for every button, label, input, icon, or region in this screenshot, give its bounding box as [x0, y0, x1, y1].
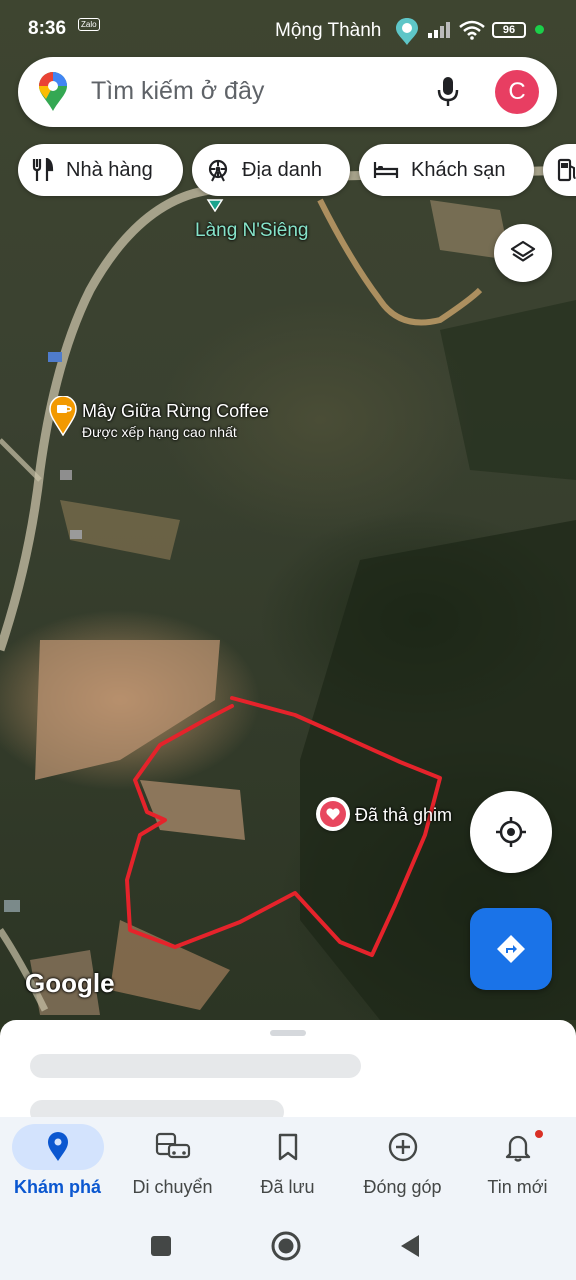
- nav-commute-icon-wrap: [127, 1124, 219, 1170]
- nav-updates-icon-wrap: [472, 1124, 564, 1170]
- chip-label: Khách sạn: [411, 158, 506, 181]
- layers-button[interactable]: [494, 224, 552, 282]
- hotel-icon: [373, 162, 399, 178]
- chip-restaurants[interactable]: Nhà hàng: [18, 144, 183, 196]
- back-button-icon[interactable]: [399, 1234, 421, 1258]
- gas-station-icon: [557, 158, 576, 182]
- cafe-pin-icon[interactable]: [49, 396, 77, 436]
- chip-landmarks[interactable]: Địa danh: [192, 144, 350, 196]
- status-time: 8:36: [28, 18, 67, 39]
- landmark-icon: [208, 159, 228, 182]
- carrier-logo-icon: [396, 18, 418, 45]
- directions-button[interactable]: [470, 908, 552, 990]
- status-bar: 8:36 Zalo Mộng Thành 96: [0, 0, 576, 60]
- nav-explore-icon-wrap: [11, 1124, 104, 1170]
- avatar[interactable]: C: [495, 70, 539, 114]
- building: [48, 352, 62, 362]
- nav-label: Tin mới: [487, 1177, 548, 1197]
- google-maps-logo-icon: [39, 72, 67, 111]
- notification-badge: [534, 1130, 543, 1138]
- bottom-sheet[interactable]: [0, 1020, 576, 1124]
- directions-icon: [497, 935, 525, 963]
- home-button-icon[interactable]: [270, 1230, 302, 1262]
- chip-label: Địa danh: [242, 158, 323, 181]
- recents-button-icon[interactable]: [150, 1235, 172, 1257]
- layers-icon: [510, 240, 536, 262]
- nav-saved-icon-wrap: [242, 1124, 334, 1170]
- nav-commute[interactable]: Di chuyển: [115, 1117, 230, 1215]
- chip-hotels[interactable]: Khách sạn: [359, 144, 534, 196]
- village-marker-icon[interactable]: [206, 194, 224, 212]
- cafe-subtitle: Được xếp hạng cao nhất: [82, 424, 237, 440]
- village-label[interactable]: Làng N'Siêng: [195, 220, 309, 242]
- my-location-button[interactable]: [470, 791, 552, 873]
- microphone-icon[interactable]: [436, 75, 460, 109]
- my-location-icon: [496, 817, 526, 847]
- commute-icon: [155, 1132, 190, 1159]
- google-logo: Google: [25, 968, 115, 998]
- bookmark-icon: [278, 1133, 297, 1161]
- zalo-notification-icon: Zalo: [78, 18, 100, 31]
- nav-label: Khám phá: [13, 1177, 101, 1197]
- chip-label: Nhà hàng: [66, 158, 153, 181]
- nav-label: Đóng góp: [363, 1177, 442, 1197]
- search-input[interactable]: Tìm kiếm ở đây: [91, 77, 264, 106]
- sheet-drag-handle[interactable]: [270, 1030, 306, 1036]
- battery-icon: 96: [492, 22, 526, 38]
- explore-pin-icon: [47, 1132, 68, 1161]
- bottom-navigation: Khám phá Di chuyển Đã lưu Đóng góp Tin m…: [0, 1117, 576, 1215]
- status-carrier: Mộng Thành: [275, 20, 382, 41]
- wifi-icon: [459, 20, 485, 40]
- search-bar[interactable]: Tìm kiếm ở đây C: [18, 57, 557, 127]
- nav-label: Đã lưu: [260, 1177, 315, 1197]
- system-navigation-bar: [0, 1215, 576, 1280]
- nav-updates[interactable]: Tin mới: [460, 1117, 575, 1215]
- privacy-indicator-icon: [535, 25, 544, 34]
- nav-saved[interactable]: Đã lưu: [230, 1117, 345, 1215]
- add-circle-icon: [388, 1132, 417, 1162]
- restaurant-icon: [32, 158, 54, 181]
- dropped-pin-icon[interactable]: [316, 797, 350, 831]
- signal-icon: [428, 22, 450, 38]
- nav-contribute[interactable]: Đóng góp: [345, 1117, 460, 1215]
- nav-label: Di chuyển: [132, 1177, 213, 1197]
- dropped-pin-label[interactable]: Đã thả ghim: [355, 805, 452, 826]
- nav-contribute-icon-wrap: [357, 1124, 449, 1170]
- cafe-name[interactable]: Mây Giữa Rừng Coffee: [82, 401, 269, 422]
- nav-explore[interactable]: Khám phá: [0, 1117, 115, 1215]
- bell-icon: [505, 1135, 530, 1162]
- loading-placeholder: [30, 1054, 361, 1078]
